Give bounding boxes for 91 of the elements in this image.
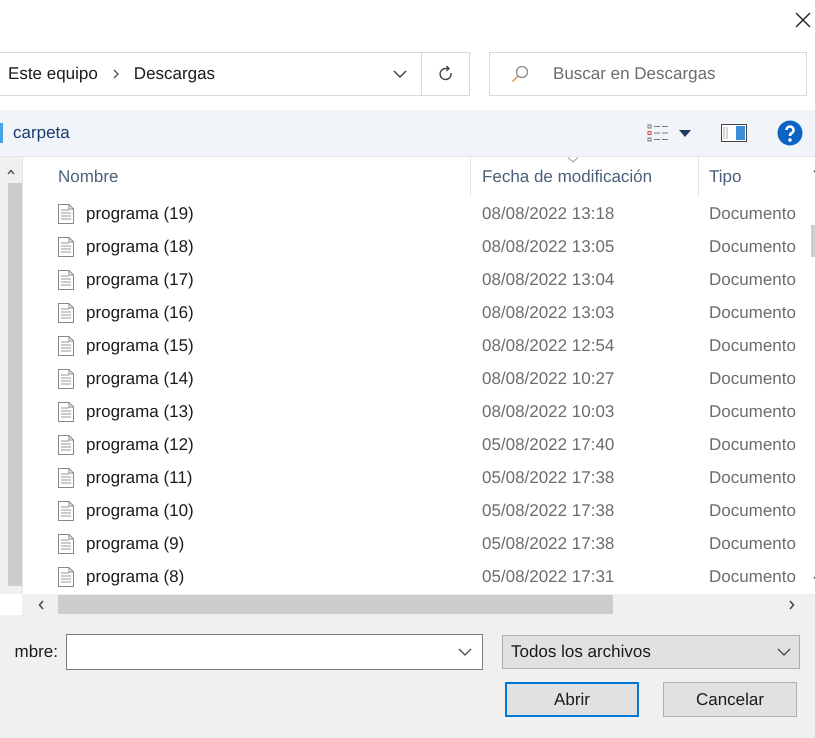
scrollbar-thumb[interactable] <box>8 182 22 586</box>
date-cell: 05/08/2022 17:38 <box>482 468 614 488</box>
document-icon <box>58 566 74 586</box>
file-row[interactable]: programa (15) 08/08/2022 12:54 Documento <box>23 329 809 362</box>
new-folder-button[interactable]: carpeta <box>0 123 70 143</box>
scroll-right-icon <box>789 600 795 610</box>
date-cell: 05/08/2022 17:38 <box>482 534 614 554</box>
column-header[interactable]: Tipo <box>699 157 809 197</box>
file-row[interactable]: programa (11) 05/08/2022 17:38 Documento <box>23 461 809 494</box>
chevron-down-icon <box>458 648 472 656</box>
document-icon <box>58 336 74 356</box>
document-icon <box>58 500 74 520</box>
open-button[interactable]: Abrir <box>505 682 639 717</box>
type-cell: Documento <box>709 270 796 290</box>
date-cell: 05/08/2022 17:40 <box>482 434 614 454</box>
file-row[interactable]: programa (14) 08/08/2022 10:27 Documento <box>23 362 809 395</box>
type-cell: Documento <box>709 302 796 322</box>
cancel-button[interactable]: Cancelar <box>663 682 797 717</box>
file-name: programa (12) <box>86 434 194 454</box>
chevron-down-icon <box>777 648 791 656</box>
date-cell: 08/08/2022 12:54 <box>482 336 614 356</box>
list-view-icon <box>647 124 669 142</box>
date-cell: 08/08/2022 13:05 <box>482 236 614 256</box>
type-cell: Documento <box>709 368 796 388</box>
scroll-left-icon <box>38 600 44 610</box>
file-name: programa (9) <box>86 534 184 554</box>
file-name: programa (18) <box>86 236 194 256</box>
search-icon <box>511 65 529 83</box>
type-cell: Documento <box>709 468 796 488</box>
type-cell: Documento <box>709 336 796 356</box>
document-icon <box>58 302 74 322</box>
file-name: programa (10) <box>86 500 194 520</box>
document-icon <box>58 434 74 454</box>
file-name: programa (19) <box>86 204 194 224</box>
search-field[interactable]: Buscar en Descargas <box>489 52 807 96</box>
file-name: programa (14) <box>86 368 194 388</box>
file-row[interactable]: programa (17) 08/08/2022 13:04 Documento <box>23 263 809 296</box>
date-cell: 05/08/2022 17:38 <box>482 500 614 520</box>
breadcrumb-item[interactable]: Descargas <box>134 64 216 84</box>
file-name: programa (13) <box>86 402 194 422</box>
type-cell: Documento <box>709 204 796 224</box>
document-icon <box>58 236 74 256</box>
file-name: programa (15) <box>86 336 194 356</box>
document-icon <box>58 402 74 422</box>
file-row[interactable]: programa (12) 05/08/2022 17:40 Documento <box>23 428 809 461</box>
file-row[interactable]: programa (8) 05/08/2022 17:31 Documento <box>23 560 809 593</box>
scrollbar-thumb[interactable] <box>58 595 613 614</box>
type-cell: Documento <box>709 434 796 454</box>
chevron-right-icon <box>112 69 120 79</box>
document-icon <box>58 204 74 224</box>
refresh-icon <box>438 65 454 83</box>
file-row[interactable]: programa (13) 08/08/2022 10:03 Documento <box>23 395 809 428</box>
field-label: mbre: <box>14 642 58 662</box>
close-icon[interactable] <box>795 12 811 28</box>
file-row[interactable]: programa (10) 05/08/2022 17:38 Documento <box>23 494 809 527</box>
sort-caret-icon <box>567 157 579 163</box>
date-cell: 08/08/2022 10:03 <box>482 402 614 422</box>
document-icon <box>58 468 74 488</box>
type-cell: Documento <box>709 534 796 554</box>
type-cell: Documento <box>709 500 796 520</box>
column-header[interactable]: Nombre <box>23 157 471 197</box>
file-row[interactable]: programa (16) 08/08/2022 13:03 Documento <box>23 296 809 329</box>
date-cell: 08/08/2022 10:27 <box>482 368 614 388</box>
document-icon <box>58 270 74 290</box>
date-cell: 08/08/2022 13:03 <box>482 302 614 322</box>
file-name: programa (16) <box>86 302 194 322</box>
column-header[interactable]: Fecha de modificación <box>471 157 699 197</box>
preview-pane-icon[interactable] <box>721 124 747 142</box>
file-name: programa (17) <box>86 270 194 290</box>
document-icon <box>58 534 74 554</box>
file-name: programa (8) <box>86 566 184 586</box>
file-type-dropdown[interactable]: Todos los archivos <box>502 635 800 669</box>
date-cell: 08/08/2022 13:18 <box>482 204 614 224</box>
file-name-field[interactable] <box>66 634 483 670</box>
view-options-button[interactable] <box>647 124 691 142</box>
caret-down-icon <box>679 130 691 136</box>
type-cell: Documento <box>709 566 796 586</box>
chevron-down-icon[interactable] <box>393 70 407 78</box>
file-row[interactable]: programa (9) 05/08/2022 17:38 Documento <box>23 527 809 560</box>
refresh-button[interactable] <box>422 52 470 96</box>
file-name: programa (11) <box>86 468 192 488</box>
breadcrumb-item[interactable]: Este equipo <box>8 64 98 84</box>
date-cell: 05/08/2022 17:31 <box>482 566 614 586</box>
help-icon[interactable] <box>777 120 803 146</box>
file-row[interactable]: programa (19) 08/08/2022 13:18 Documento <box>23 197 809 230</box>
address-bar[interactable]: Este equipo Descargas <box>0 52 422 96</box>
type-cell: Documento <box>709 236 796 256</box>
date-cell: 08/08/2022 13:04 <box>482 270 614 290</box>
document-icon <box>58 368 74 388</box>
file-row[interactable]: programa (18) 08/08/2022 13:05 Documento <box>23 230 809 263</box>
type-cell: Documento <box>709 402 796 422</box>
